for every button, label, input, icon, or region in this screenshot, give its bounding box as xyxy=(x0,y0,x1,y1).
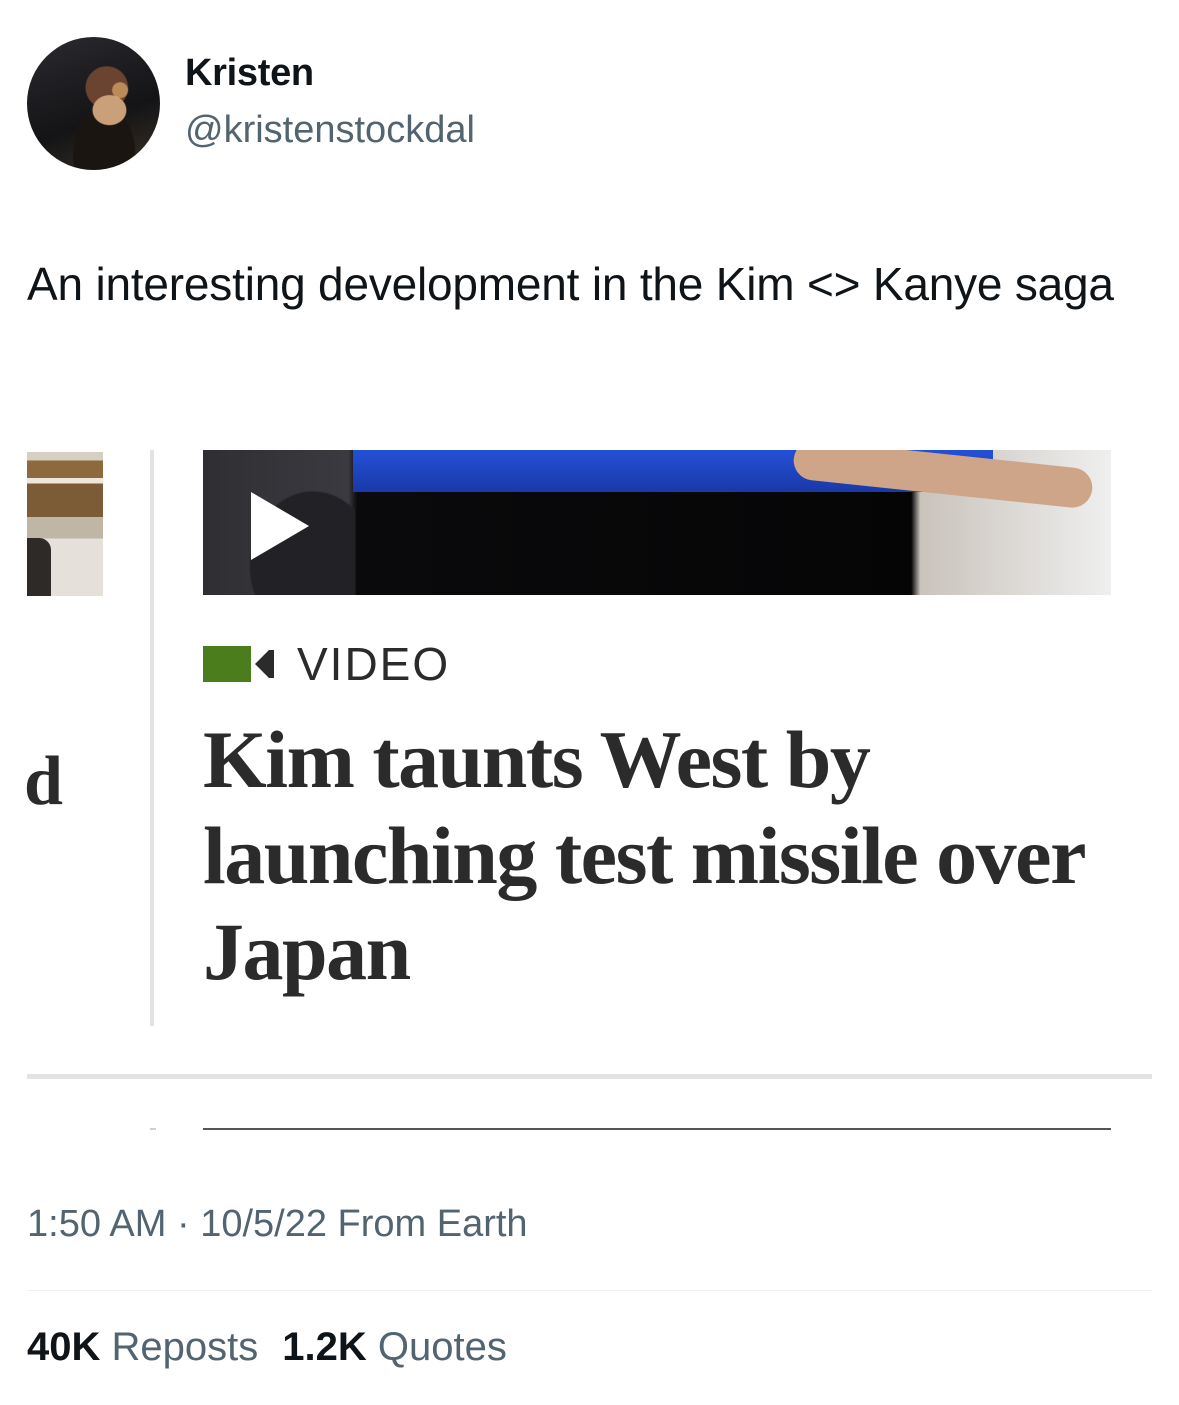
reposts-count: 40K xyxy=(27,1325,101,1369)
reposts-stat[interactable]: 40K Reposts xyxy=(27,1325,258,1370)
author-avatar[interactable] xyxy=(27,37,160,170)
video-thumbnail xyxy=(203,450,1111,595)
adjacent-article-thumbnail xyxy=(27,452,103,596)
play-icon xyxy=(251,492,309,560)
tweet-timestamp[interactable]: 1:50 AM · 10/5/22 From Earth xyxy=(27,1203,528,1246)
divider xyxy=(203,1128,1111,1130)
tweet-media-image[interactable]: d VIDEO Kim taunts West by launching tes… xyxy=(0,430,1179,1150)
video-label-text: VIDEO xyxy=(297,638,451,690)
author-name[interactable]: Kristen xyxy=(185,52,314,95)
divider xyxy=(27,1074,1152,1079)
divider xyxy=(27,1290,1152,1291)
divider-fragment xyxy=(150,1128,156,1130)
tweet-text: An interesting development in the Kim <>… xyxy=(27,258,1114,310)
quotes-label: Quotes xyxy=(377,1325,507,1369)
article-headline: Kim taunts West by launching test missil… xyxy=(203,714,1085,997)
engagement-stats: 40K Reposts 1.2K Quotes xyxy=(27,1325,507,1370)
quotes-stat[interactable]: 1.2K Quotes xyxy=(282,1325,507,1370)
author-handle[interactable]: @kristenstockdal xyxy=(185,109,475,152)
column-divider xyxy=(150,450,154,1026)
reposts-label: Reposts xyxy=(111,1325,259,1369)
video-camera-icon xyxy=(203,642,275,686)
adjacent-article-headline-fragment: d xyxy=(24,743,63,820)
video-label: VIDEO xyxy=(203,638,451,690)
quotes-count: 1.2K xyxy=(282,1325,367,1369)
